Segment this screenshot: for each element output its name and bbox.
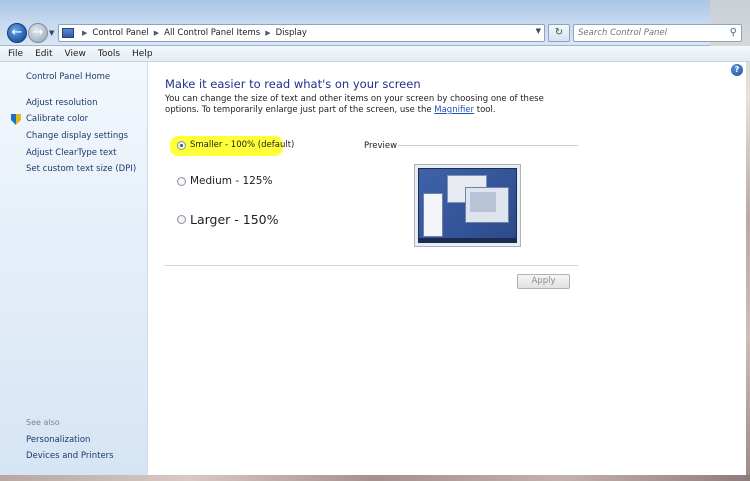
- option-smaller[interactable]: Smaller - 100% (default): [177, 140, 294, 150]
- menu-help[interactable]: Help: [132, 49, 153, 59]
- sidebar-item-devices-printers[interactable]: Devices and Printers: [26, 451, 114, 461]
- main-content: [148, 62, 746, 475]
- recent-pages-dropdown[interactable]: ▼: [49, 27, 57, 39]
- sidebar-item-adjust-resolution[interactable]: Adjust resolution: [26, 98, 97, 108]
- forward-button[interactable]: →: [28, 23, 48, 43]
- menu-bar: File Edit View Tools Help: [0, 46, 750, 62]
- apply-button[interactable]: Apply: [517, 274, 570, 289]
- radio-button-checked[interactable]: [177, 140, 186, 150]
- preview-window-content: [470, 192, 496, 212]
- chevron-down-icon[interactable]: ▼: [536, 27, 541, 35]
- chevron-right-icon[interactable]: ▶: [82, 29, 87, 37]
- preview-desktop: [418, 168, 517, 243]
- see-also-label: See also: [26, 418, 60, 427]
- option-larger[interactable]: Larger - 150%: [177, 212, 279, 227]
- magnifier-link[interactable]: Magnifier: [434, 105, 474, 115]
- search-input[interactable]: [574, 25, 724, 41]
- menu-view[interactable]: View: [65, 49, 86, 59]
- sidebar-item-adjust-cleartype[interactable]: Adjust ClearType text: [26, 148, 117, 158]
- refresh-button[interactable]: ↻: [548, 24, 570, 42]
- sidebar-item-custom-dpi[interactable]: Set custom text size (DPI): [26, 164, 136, 174]
- description-text-end: tool.: [474, 105, 496, 115]
- help-button[interactable]: ?: [731, 64, 743, 76]
- sidebar-item-control-panel-home[interactable]: Control Panel Home: [26, 72, 110, 82]
- menu-edit[interactable]: Edit: [35, 49, 52, 59]
- breadcrumb-display[interactable]: Display: [276, 28, 307, 38]
- radio-button[interactable]: [177, 176, 186, 186]
- preview-start-menu: [423, 193, 443, 237]
- menu-tools[interactable]: Tools: [98, 49, 120, 59]
- chevron-right-icon[interactable]: ▶: [265, 29, 270, 37]
- breadcrumb-all-items[interactable]: All Control Panel Items: [164, 28, 260, 38]
- chevron-right-icon[interactable]: ▶: [154, 29, 159, 37]
- sidebar-item-personalization[interactable]: Personalization: [26, 435, 90, 445]
- preview-taskbar: [419, 238, 516, 242]
- search-icon[interactable]: ⚲: [730, 27, 737, 38]
- preview-label: Preview: [364, 141, 398, 151]
- preview-window-front: [465, 187, 509, 223]
- option-larger-label[interactable]: Larger - 150%: [190, 212, 279, 227]
- refresh-icon: ↻: [554, 27, 564, 38]
- radio-button[interactable]: [177, 215, 186, 224]
- breadcrumb-control-panel[interactable]: Control Panel: [92, 28, 148, 38]
- search-box[interactable]: ⚲: [573, 24, 742, 42]
- divider: [164, 265, 578, 266]
- back-button[interactable]: ←: [7, 23, 27, 43]
- preview-image: [414, 164, 521, 247]
- desktop-background-bottom: [0, 475, 750, 481]
- question-icon: ?: [734, 65, 740, 74]
- page-title: Make it easier to read what's on your sc…: [165, 77, 421, 91]
- control-panel-icon: [62, 28, 74, 38]
- address-bar[interactable]: ▶ Control Panel ▶ All Control Panel Item…: [58, 24, 545, 42]
- sidebar-item-calibrate-color[interactable]: Calibrate color: [26, 114, 88, 124]
- arrow-right-icon: →: [32, 25, 44, 40]
- option-smaller-label[interactable]: Smaller - 100% (default): [190, 140, 294, 150]
- arrow-left-icon: ←: [11, 25, 23, 40]
- menu-file[interactable]: File: [8, 49, 23, 59]
- option-medium[interactable]: Medium - 125%: [177, 175, 272, 187]
- sidebar-item-change-display-settings[interactable]: Change display settings: [26, 131, 128, 141]
- option-medium-label[interactable]: Medium - 125%: [190, 175, 272, 187]
- preview-divider: [398, 145, 578, 146]
- page-description: You can change the size of text and othe…: [165, 94, 565, 116]
